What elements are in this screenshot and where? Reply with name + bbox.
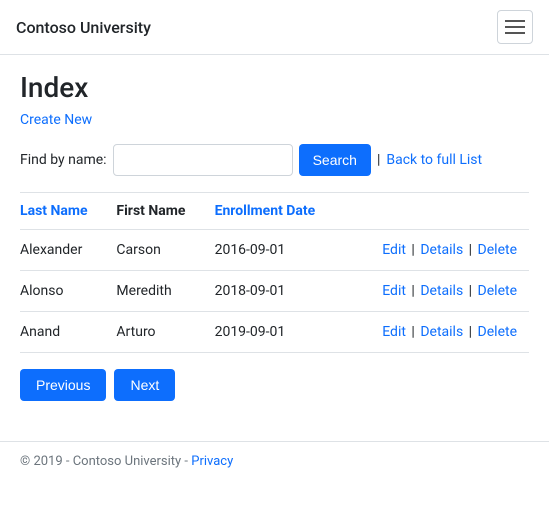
cell-first-name: Meredith xyxy=(116,271,214,312)
search-input[interactable] xyxy=(113,144,293,176)
table-row: AnandArturo2019-09-01Edit | Details | De… xyxy=(20,312,529,353)
create-new-link[interactable]: Create New xyxy=(20,112,92,128)
back-to-full-list-link[interactable]: Back to full List xyxy=(386,152,482,168)
search-row: Find by name: Search | Back to full List xyxy=(20,144,529,176)
cell-last-name: Alexander xyxy=(20,230,116,271)
action-separator: | xyxy=(408,242,418,258)
action-separator: | xyxy=(465,283,475,299)
hamburger-line-1 xyxy=(505,20,525,22)
pipe-separator: | xyxy=(377,152,380,168)
search-button[interactable]: Search xyxy=(299,144,371,176)
navbar: Contoso University xyxy=(0,0,549,55)
table-header-row: Last Name First Name Enrollment Date xyxy=(20,193,529,230)
action-separator: | xyxy=(465,324,475,340)
navbar-brand: Contoso University xyxy=(16,18,151,37)
footer-privacy-link[interactable]: Privacy xyxy=(191,454,233,469)
cell-last-name: Anand xyxy=(20,312,116,353)
col-header-first-name: First Name xyxy=(116,193,214,230)
cell-enrollment-date: 2016-09-01 xyxy=(215,230,351,271)
table-header: Last Name First Name Enrollment Date xyxy=(20,193,529,230)
action-details-link[interactable]: Details xyxy=(420,242,463,258)
table-row: AlonsoMeredith2018-09-01Edit | Details |… xyxy=(20,271,529,312)
action-delete-link[interactable]: Delete xyxy=(478,283,517,299)
find-by-name-label: Find by name: xyxy=(20,152,107,168)
action-delete-link[interactable]: Delete xyxy=(478,324,517,340)
cell-last-name: Alonso xyxy=(20,271,116,312)
pagination-row: Previous Next xyxy=(20,369,529,401)
col-header-enrollment-date: Enrollment Date xyxy=(215,193,351,230)
action-separator: | xyxy=(408,283,418,299)
cell-enrollment-date: 2018-09-01 xyxy=(215,271,351,312)
table-body: AlexanderCarson2016-09-01Edit | Details … xyxy=(20,230,529,353)
next-button[interactable]: Next xyxy=(114,369,175,401)
col-header-actions xyxy=(351,193,529,230)
cell-first-name: Carson xyxy=(116,230,214,271)
cell-first-name: Arturo xyxy=(116,312,214,353)
col-header-last-name: Last Name xyxy=(20,193,116,230)
action-edit-link[interactable]: Edit xyxy=(382,283,406,299)
page-title: Index xyxy=(20,71,529,104)
students-table: Last Name First Name Enrollment Date Ale… xyxy=(20,192,529,353)
cell-actions: Edit | Details | Delete xyxy=(351,271,529,312)
footer: © 2019 - Contoso University - Privacy xyxy=(0,441,549,481)
main-content: Index Create New Find by name: Search | … xyxy=(0,55,549,441)
navbar-toggler[interactable] xyxy=(497,10,533,44)
action-details-link[interactable]: Details xyxy=(420,283,463,299)
cell-enrollment-date: 2019-09-01 xyxy=(215,312,351,353)
hamburger-line-2 xyxy=(505,26,525,28)
footer-copyright: © 2019 - Contoso University - xyxy=(20,454,188,469)
action-edit-link[interactable]: Edit xyxy=(382,324,406,340)
cell-actions: Edit | Details | Delete xyxy=(351,312,529,353)
action-edit-link[interactable]: Edit xyxy=(382,242,406,258)
cell-actions: Edit | Details | Delete xyxy=(351,230,529,271)
previous-button[interactable]: Previous xyxy=(20,369,106,401)
action-separator: | xyxy=(465,242,475,258)
action-details-link[interactable]: Details xyxy=(420,324,463,340)
hamburger-line-3 xyxy=(505,32,525,34)
action-separator: | xyxy=(408,324,418,340)
action-delete-link[interactable]: Delete xyxy=(478,242,517,258)
table-row: AlexanderCarson2016-09-01Edit | Details … xyxy=(20,230,529,271)
